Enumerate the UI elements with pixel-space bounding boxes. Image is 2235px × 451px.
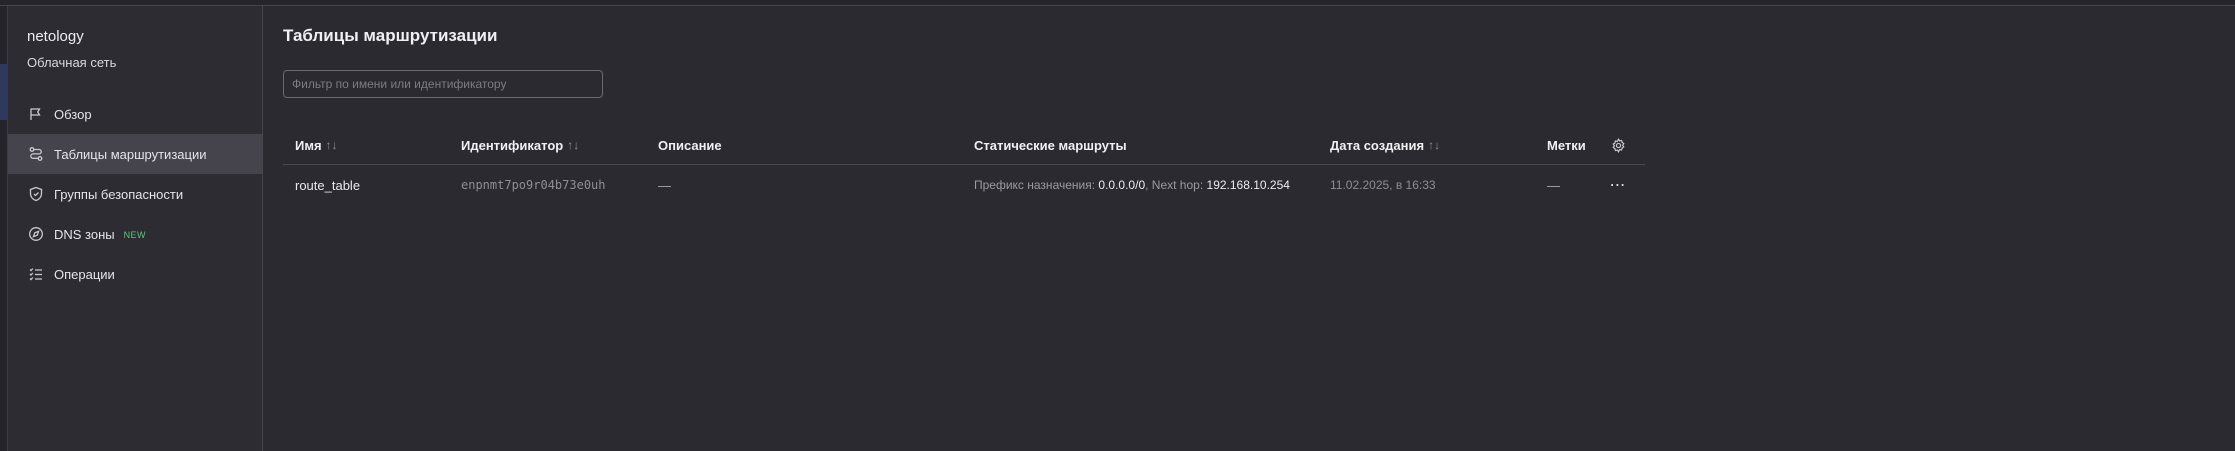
global-nav-strip <box>0 6 8 451</box>
static-routes-cell: Префикс назначения: 0.0.0.0/0, Next hop:… <box>974 165 1290 205</box>
compass-icon <box>27 225 45 243</box>
column-header-static-routes: Статические маршруты <box>974 137 1127 153</box>
project-name[interactable]: netology <box>27 28 84 45</box>
list-icon <box>27 265 45 283</box>
sidebar-item-route-tables[interactable]: Таблицы маршрутизации <box>8 134 262 174</box>
sort-icon[interactable]: ↑↓ <box>567 138 579 152</box>
shield-icon <box>27 185 45 203</box>
sidebar-item-label: Операции <box>54 266 115 282</box>
sidebar-item-label: DNS зоны <box>54 226 115 242</box>
row-actions-button[interactable]: ⋯ <box>1609 165 1627 205</box>
route-tables-table: Имя ↑↓ Идентификатор ↑↓ Описание Статиче… <box>283 125 1645 205</box>
prefix-value: 0.0.0.0/0 <box>1098 178 1146 192</box>
labels-cell: — <box>1547 177 1560 193</box>
routes-separator: , <box>1145 178 1152 192</box>
sidebar: netology Облачная сеть Обзор Таблицы мар… <box>8 6 263 451</box>
next-hop-label: Next hop: <box>1151 178 1204 192</box>
sidebar-nav: Обзор Таблицы маршрутизации Группы безоп… <box>8 94 262 294</box>
route-table-name[interactable]: route_table <box>295 165 360 205</box>
table-header: Имя ↑↓ Идентификатор ↑↓ Описание Статиче… <box>283 125 1645 165</box>
column-settings-button[interactable] <box>1609 125 1627 165</box>
column-header-labels: Метки <box>1547 137 1586 153</box>
filter-input[interactable] <box>283 70 603 98</box>
sidebar-item-operations[interactable]: Операции <box>8 254 262 294</box>
column-header-created[interactable]: Дата создания ↑↓ <box>1330 125 1440 165</box>
global-nav-accent <box>0 64 8 120</box>
gear-icon <box>1611 137 1626 153</box>
sort-icon[interactable]: ↑↓ <box>326 138 338 152</box>
sidebar-item-label: Обзор <box>54 106 92 122</box>
new-badge: NEW <box>123 230 146 240</box>
column-header-name[interactable]: Имя ↑↓ <box>295 125 338 165</box>
sidebar-item-security-groups[interactable]: Группы безопасности <box>8 174 262 214</box>
created-date: 11.02.2025, в 16:33 <box>1330 178 1436 192</box>
main-content: Таблицы маршрутизации Имя ↑↓ Идентификат… <box>264 6 2235 451</box>
service-name: Облачная сеть <box>27 55 117 70</box>
sidebar-item-overview[interactable]: Обзор <box>8 94 262 134</box>
sidebar-item-dns-zones[interactable]: DNS зоны NEW <box>8 214 262 254</box>
sort-icon[interactable]: ↑↓ <box>1428 138 1440 152</box>
column-header-id[interactable]: Идентификатор ↑↓ <box>461 125 579 165</box>
column-header-description: Описание <box>658 137 722 153</box>
sidebar-item-label: Таблицы маршрутизации <box>54 146 207 162</box>
route-icon <box>27 145 45 163</box>
sidebar-item-label: Группы безопасности <box>54 186 184 202</box>
route-table-description: — <box>658 177 671 193</box>
next-hop-value: 192.168.10.254 <box>1206 178 1290 192</box>
page-title: Таблицы маршрутизации <box>283 26 498 45</box>
flag-icon <box>27 105 45 123</box>
table-row[interactable]: route_table enpnmt7po9r04b73e0uh — Префи… <box>283 165 1645 205</box>
more-icon: ⋯ <box>1609 177 1627 194</box>
route-table-id: enpnmt7po9r04b73e0uh <box>461 178 606 192</box>
prefix-label: Префикс назначения: <box>974 178 1096 192</box>
